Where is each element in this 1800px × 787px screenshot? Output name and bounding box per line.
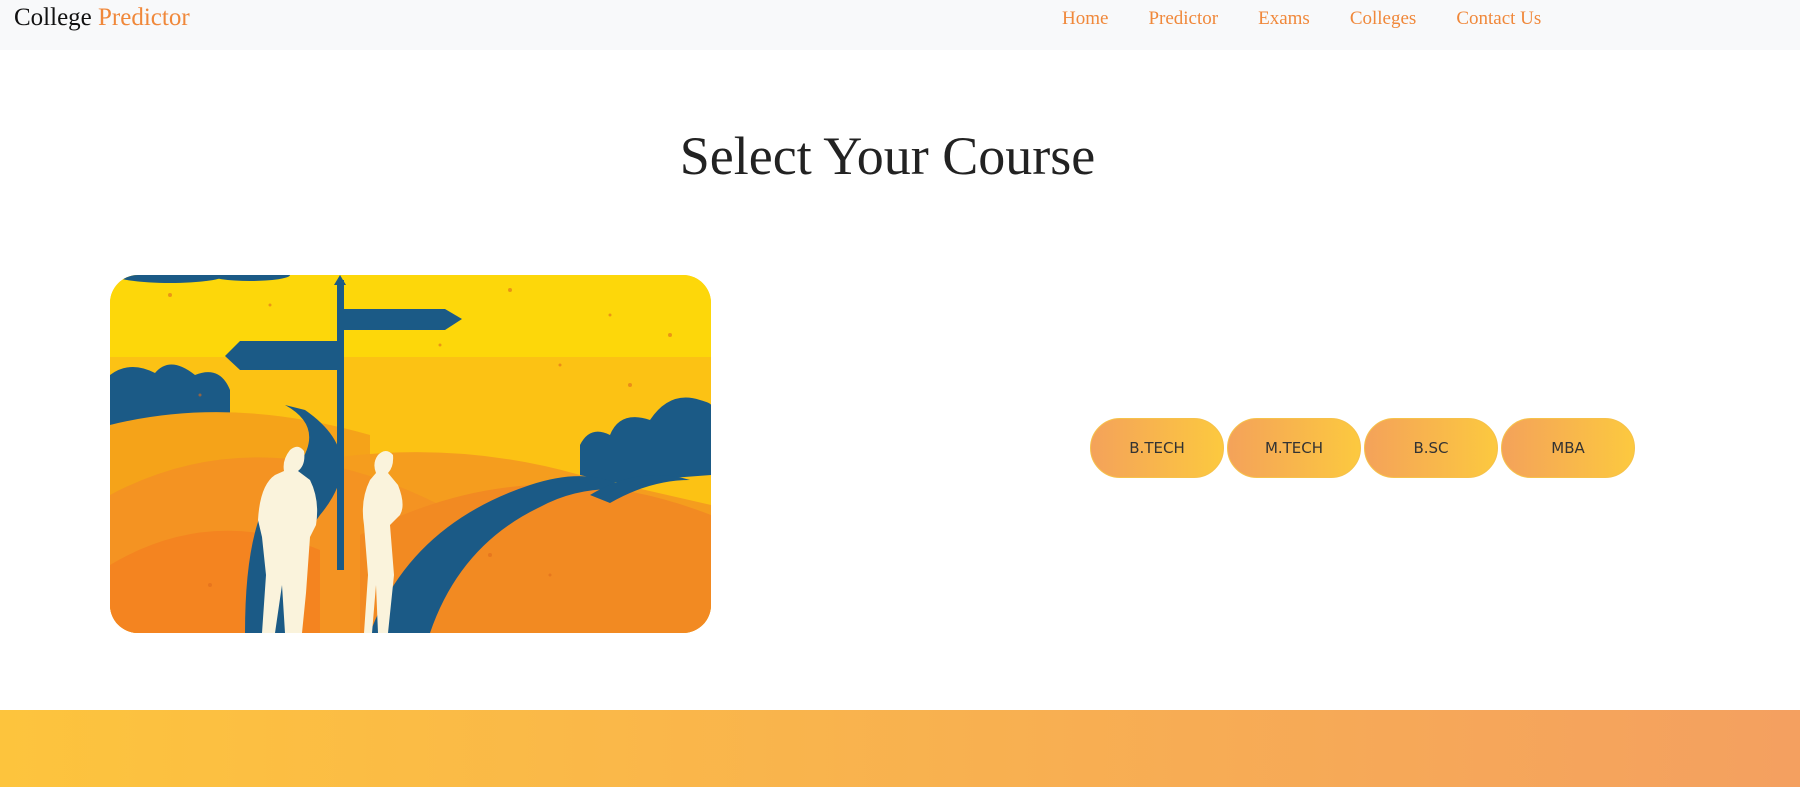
brand-primary-text: College (14, 4, 92, 31)
footer-gradient-band (0, 710, 1800, 787)
brand-logo-link[interactable]: College Predictor (14, 2, 190, 34)
crossroads-illustration (110, 275, 711, 633)
brand-accent-text: Predictor (98, 4, 190, 31)
course-button-bsc[interactable]: B.SC (1364, 418, 1498, 478)
nav-link-predictor[interactable]: Predictor (1148, 6, 1218, 32)
page-title: Select Your Course (679, 126, 1096, 186)
course-button-btech[interactable]: B.TECH (1090, 418, 1224, 478)
course-button-mba[interactable]: MBA (1501, 418, 1635, 478)
course-button-mtech[interactable]: M.TECH (1227, 418, 1361, 478)
nav-link-contact-us[interactable]: Contact Us (1456, 6, 1541, 32)
nav-link-home[interactable]: Home (1062, 6, 1108, 32)
nav-links: Home Predictor Exams Colleges Contact Us (1062, 6, 1581, 32)
course-button-group: B.TECH M.TECH B.SC MBA (1090, 418, 1638, 478)
nav-link-exams[interactable]: Exams (1258, 6, 1310, 32)
nav-link-colleges[interactable]: Colleges (1350, 6, 1417, 32)
top-navbar: College Predictor Home Predictor Exams C… (0, 0, 1800, 50)
